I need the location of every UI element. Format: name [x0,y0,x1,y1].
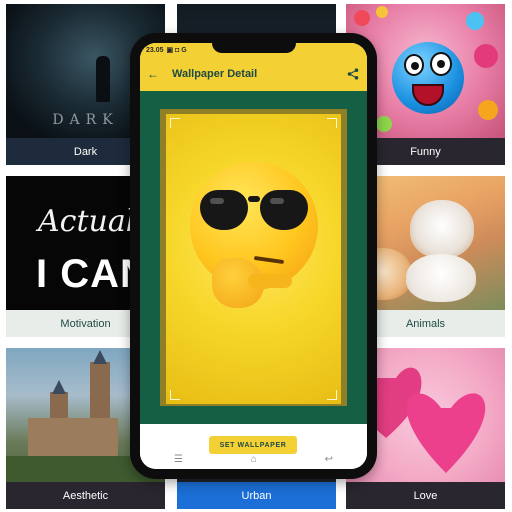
emoji-mouth [253,255,285,265]
recent-apps-icon[interactable]: ☰ [174,454,183,465]
ball-decoration [376,116,392,132]
crop-corner [327,118,337,128]
sunglasses-bridge [248,196,260,202]
app-bar: ← Wallpaper Detail [140,57,367,91]
crop-corner [170,118,180,128]
sunglasses-lens-right [260,190,308,230]
sunglasses-lens-left [200,190,248,230]
ball-decoration [376,6,388,18]
kitten-white [410,200,474,258]
surprised-face-emoji [392,42,464,114]
phone-frame: 23.05 ▣ ◘ G ← Wallpaper Detail SET WALLP… [130,33,377,479]
ball-decoration [478,100,498,120]
emoji-finger [248,274,292,288]
page-title: Wallpaper Detail [172,68,258,80]
ball-decoration [466,12,484,30]
camera-notch [212,43,296,53]
category-label-urban: Urban [177,482,336,509]
phone-screen: 23.05 ▣ ◘ G ← Wallpaper Detail SET WALLP… [140,43,367,469]
kitten-body [406,254,476,302]
category-label-aesthetic: Aesthetic [6,482,165,509]
status-icons: ▣ ◘ G [166,47,187,54]
category-label-love: Love [346,482,505,509]
crop-corner [327,390,337,400]
system-nav-bar: ☰ ⌂ ↩ [140,449,367,469]
ball-decoration [354,10,370,26]
thinking-cool-emoji [190,162,318,308]
silhouette-figure [96,56,110,102]
status-time: 23.05 [146,46,164,54]
crop-corner [170,390,180,400]
share-icon[interactable] [339,57,367,91]
wallpaper-image[interactable] [166,114,341,404]
back-icon[interactable]: ↩ [325,454,333,465]
home-icon[interactable]: ⌂ [251,454,257,465]
arrow-left-icon[interactable]: ← [140,57,166,91]
ball-decoration [474,44,498,68]
